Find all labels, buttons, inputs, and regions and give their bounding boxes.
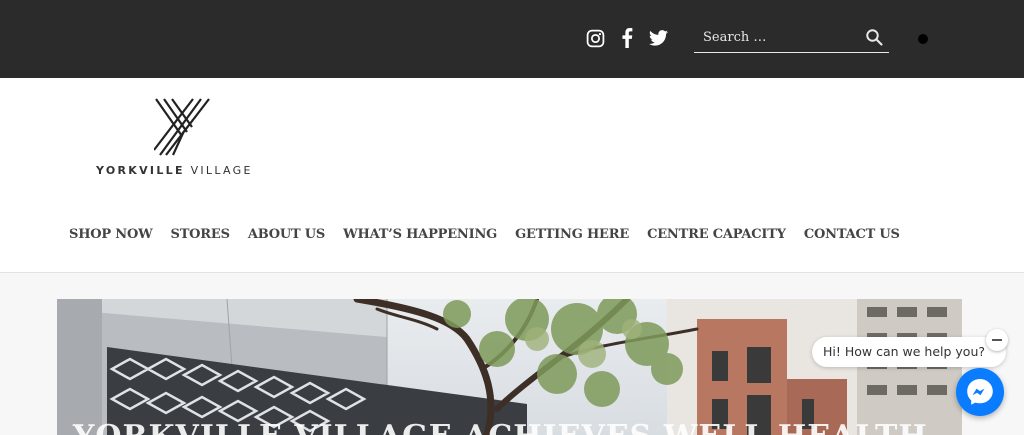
minus-icon: [992, 339, 1002, 341]
nav-item-centre-capacity[interactable]: CENTRE CAPACITY: [647, 227, 786, 242]
main-nav: SHOP NOW STORES ABOUT US WHAT’S HAPPENIN…: [69, 227, 918, 242]
search-form: [694, 24, 889, 53]
nav-item-about-us[interactable]: ABOUT US: [248, 227, 326, 242]
logo-mark-icon: [154, 98, 210, 156]
logo-wordmark-light: VILLAGE: [190, 164, 253, 177]
hero-image: [57, 299, 962, 435]
menu-dot-icon[interactable]: [918, 34, 928, 44]
messenger-button[interactable]: [956, 368, 1004, 416]
top-bar: [0, 0, 1024, 78]
search-icon[interactable]: [865, 28, 883, 46]
nav-item-whats-happening[interactable]: WHAT’S HAPPENING: [343, 227, 497, 242]
facebook-icon[interactable]: [616, 27, 638, 49]
nav-item-shop-now[interactable]: SHOP NOW: [69, 227, 153, 242]
instagram-icon[interactable]: [584, 27, 606, 49]
twitter-icon[interactable]: [647, 27, 669, 49]
nav-item-contact-us[interactable]: CONTACT US: [804, 227, 900, 242]
chat-minimize-button[interactable]: [986, 329, 1008, 351]
chat-greeting[interactable]: Hi! How can we help you?: [812, 337, 1006, 367]
logo-wordmark-bold: YORKVILLE: [96, 164, 185, 177]
messenger-icon: [967, 379, 993, 405]
site-header: YORKVILLE VILLAGE SHOP NOW STORES ABOUT …: [0, 78, 1024, 273]
logo-wordmark: YORKVILLE VILLAGE: [96, 164, 253, 177]
nav-item-stores[interactable]: STORES: [171, 227, 230, 242]
nav-item-getting-here[interactable]: GETTING HERE: [515, 227, 629, 242]
hero-banner[interactable]: YORKVILLE VILLAGE ACHIEVES WELL HEALTH: [57, 299, 962, 435]
hero-headline[interactable]: YORKVILLE VILLAGE ACHIEVES WELL HEALTH: [73, 419, 928, 435]
search-input[interactable]: [694, 24, 863, 50]
site-logo[interactable]: YORKVILLE VILLAGE: [94, 98, 264, 188]
